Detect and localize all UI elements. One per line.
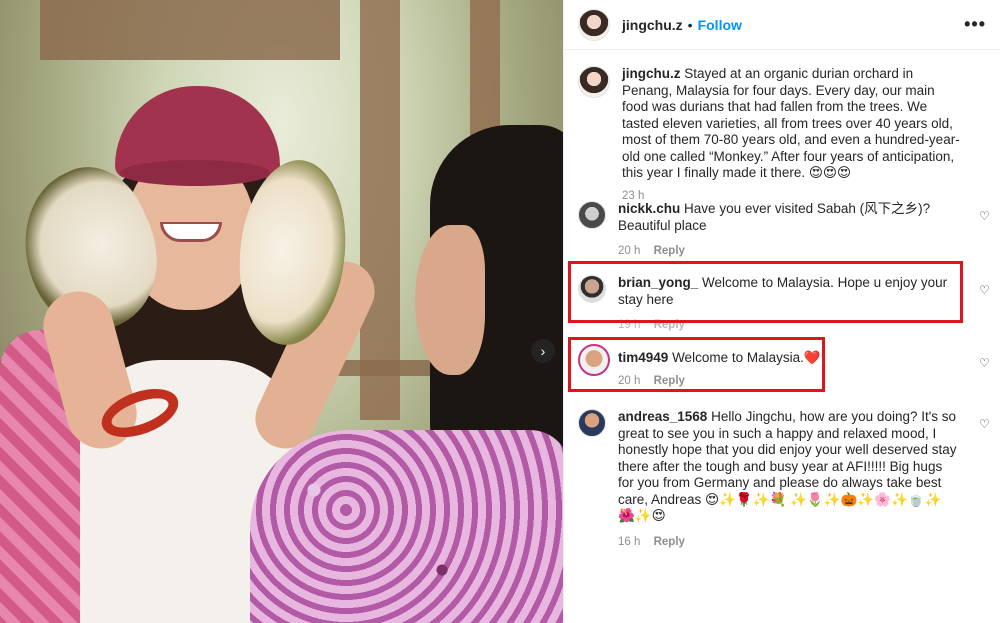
highlight-box bbox=[568, 337, 825, 392]
post-photo[interactable]: › bbox=[0, 0, 563, 623]
post-caption: jingchu.z Stayed at an organic durian or… bbox=[564, 50, 1000, 204]
author-username[interactable]: jingchu.z bbox=[622, 17, 683, 33]
like-heart-icon[interactable]: ♡ bbox=[979, 210, 991, 222]
like-heart-icon[interactable]: ♡ bbox=[979, 284, 991, 296]
follow-button[interactable]: Follow bbox=[698, 17, 742, 33]
highlight-box bbox=[568, 261, 963, 323]
comment-time[interactable]: 20 h bbox=[618, 245, 640, 257]
cap-brim bbox=[120, 160, 270, 186]
comment-username[interactable]: andreas_1568 bbox=[618, 409, 707, 424]
carousel-next-button[interactable]: › bbox=[531, 339, 555, 363]
comment-time[interactable]: 16 h bbox=[618, 536, 640, 548]
like-heart-icon[interactable]: ♡ bbox=[979, 418, 991, 430]
caption-avatar[interactable] bbox=[578, 66, 610, 98]
more-options-icon[interactable]: ••• bbox=[964, 14, 986, 35]
comment-item: andreas_1568 Hello Jingchu, how are you … bbox=[564, 409, 1000, 550]
wooden-post bbox=[360, 0, 400, 420]
wooden-beam bbox=[40, 0, 340, 60]
caption-text: Stayed at an organic durian orchard in P… bbox=[622, 66, 960, 180]
caption-time[interactable]: 23 h bbox=[622, 190, 644, 202]
commenter-avatar[interactable] bbox=[578, 409, 606, 437]
author-avatar[interactable] bbox=[578, 8, 610, 41]
comment-text: Hello Jingchu, how are you doing? It's s… bbox=[618, 409, 957, 523]
post-details-panel: jingchu.z • Follow ••• jingchu.z Stayed … bbox=[563, 0, 1000, 623]
reply-button[interactable]: Reply bbox=[654, 245, 685, 257]
separator-dot: • bbox=[687, 16, 693, 33]
chevron-right-icon: › bbox=[540, 343, 546, 359]
like-heart-icon[interactable]: ♡ bbox=[979, 357, 991, 369]
commenter-avatar[interactable] bbox=[578, 201, 606, 229]
comment-username[interactable]: nickk.chu bbox=[618, 201, 680, 216]
caption-username[interactable]: jingchu.z bbox=[622, 66, 681, 81]
reply-button[interactable]: Reply bbox=[654, 536, 685, 548]
post-header: jingchu.z • Follow ••• bbox=[564, 0, 1000, 50]
floral-dress bbox=[250, 430, 563, 623]
comment-item: nickk.chu Have you ever visited Sabah (风… bbox=[564, 201, 1000, 260]
second-person-face bbox=[415, 225, 485, 375]
